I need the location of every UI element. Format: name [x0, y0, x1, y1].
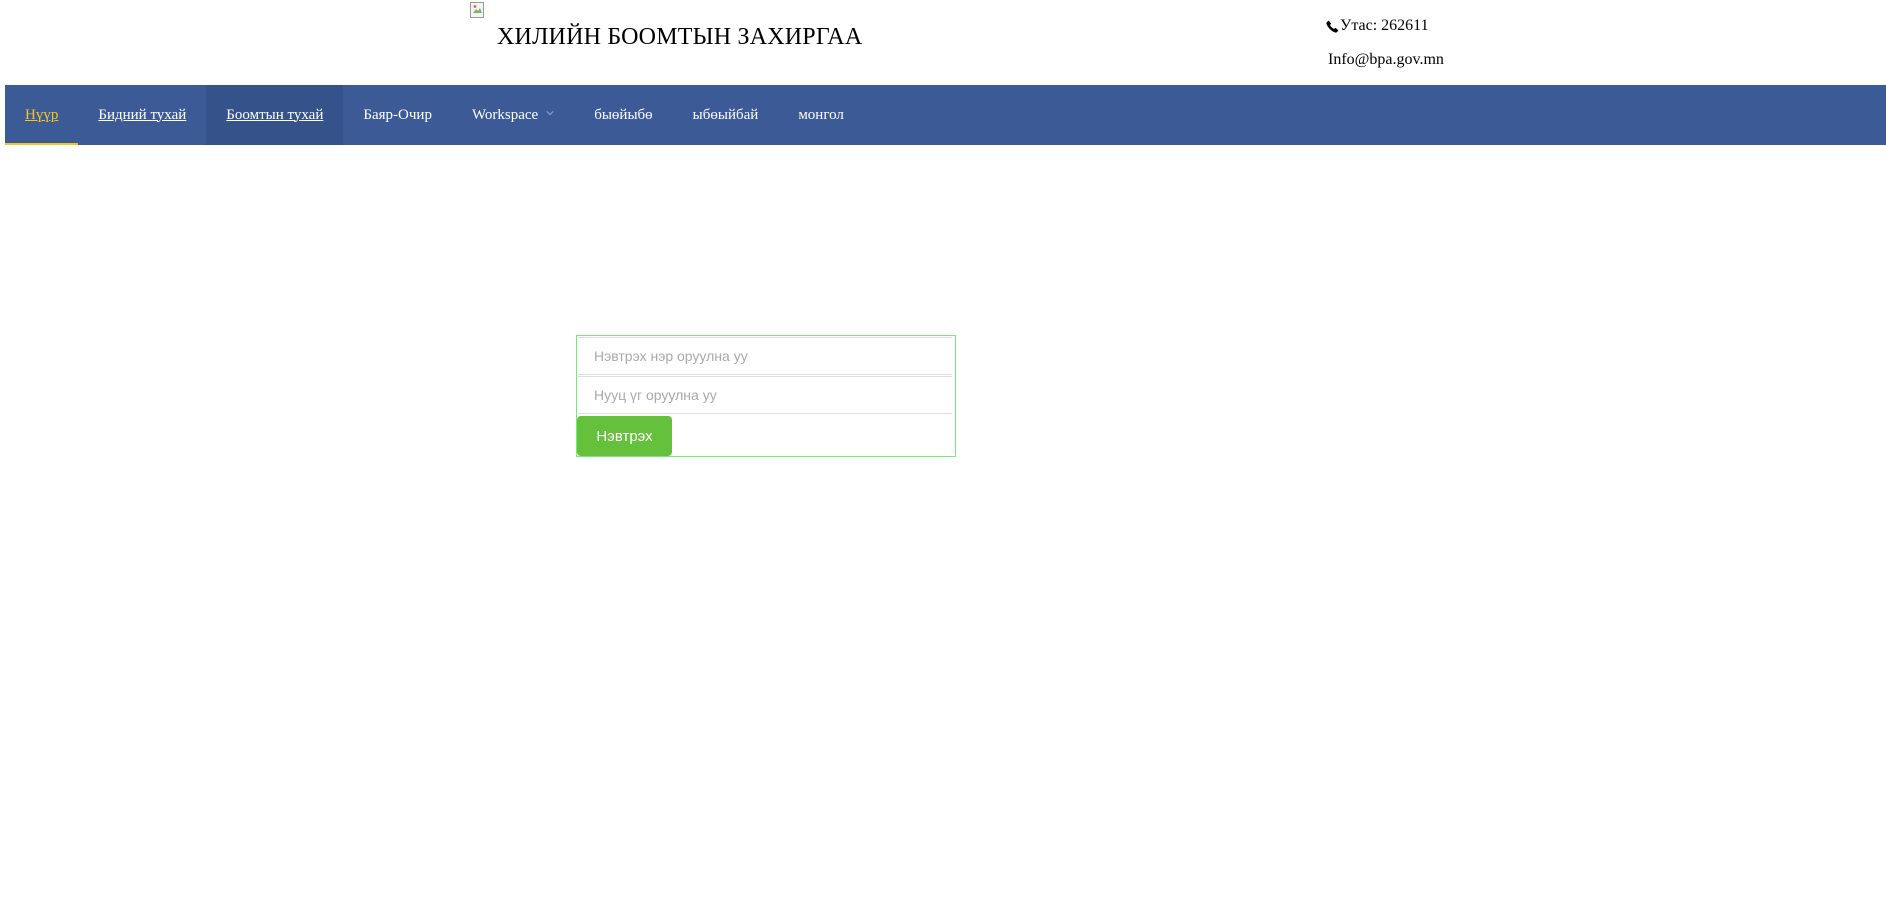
- email-address: Info@bpa.gov.mn: [1328, 51, 1444, 68]
- nav-item-about-us[interactable]: Бидний тухай: [78, 85, 206, 145]
- nav-item-5[interactable]: быөйыбө: [574, 85, 672, 145]
- nav-item-label: ыбөыйбай: [692, 106, 759, 123]
- phone-icon: [1326, 20, 1339, 33]
- nav-item-label: Бидний тухай: [98, 106, 187, 123]
- phone-number: Утас: 262611: [1340, 17, 1429, 34]
- password-input[interactable]: [578, 376, 952, 414]
- nav-item-about-port[interactable]: Боомтын тухай: [206, 85, 344, 145]
- login-button[interactable]: Нэвтрэх: [577, 416, 672, 456]
- nav-item-label: Баяр-Очир: [363, 106, 432, 123]
- broken-image-icon: [470, 2, 484, 18]
- site-title: ХИЛИЙН БООМТЫН ЗАХИРГАА: [497, 24, 863, 50]
- nav-item-label: Workspace: [471, 106, 539, 123]
- chevron-down-icon: [546, 111, 554, 116]
- nav-item-label: Боомтын тухай: [226, 106, 324, 123]
- page: ХИЛИЙН БООМТЫН ЗАХИРГАА Утас: 262611 Inf…: [0, 0, 1886, 923]
- nav-item-label: монгол: [798, 106, 844, 123]
- site-header: ХИЛИЙН БООМТЫН ЗАХИРГАА Утас: 262611 Inf…: [0, 0, 1886, 85]
- nav-item-bayar-ochir[interactable]: Баяр-Очир: [343, 85, 452, 145]
- login-form: Нэвтрэх: [576, 335, 956, 457]
- nav-item-label: быөйыбө: [594, 106, 653, 123]
- contact-info: Утас: 262611 Info@bpa.gov.mn: [1326, 16, 1444, 70]
- username-input[interactable]: [578, 337, 952, 375]
- main-nav: Нүүр Бидний тухай Боомтын тухай Баяр-Очи…: [5, 85, 1886, 145]
- nav-item-mongol[interactable]: монгол: [778, 85, 864, 145]
- nav-item-home[interactable]: Нүүр: [5, 85, 79, 145]
- nav-item-6[interactable]: ыбөыйбай: [673, 85, 779, 145]
- nav-item-workspace[interactable]: Workspace: [452, 85, 574, 145]
- nav-item-label: Нүүр: [25, 106, 59, 123]
- email-row: Info@bpa.gov.mn: [1326, 50, 1444, 70]
- phone-row: Утас: 262611: [1326, 16, 1444, 36]
